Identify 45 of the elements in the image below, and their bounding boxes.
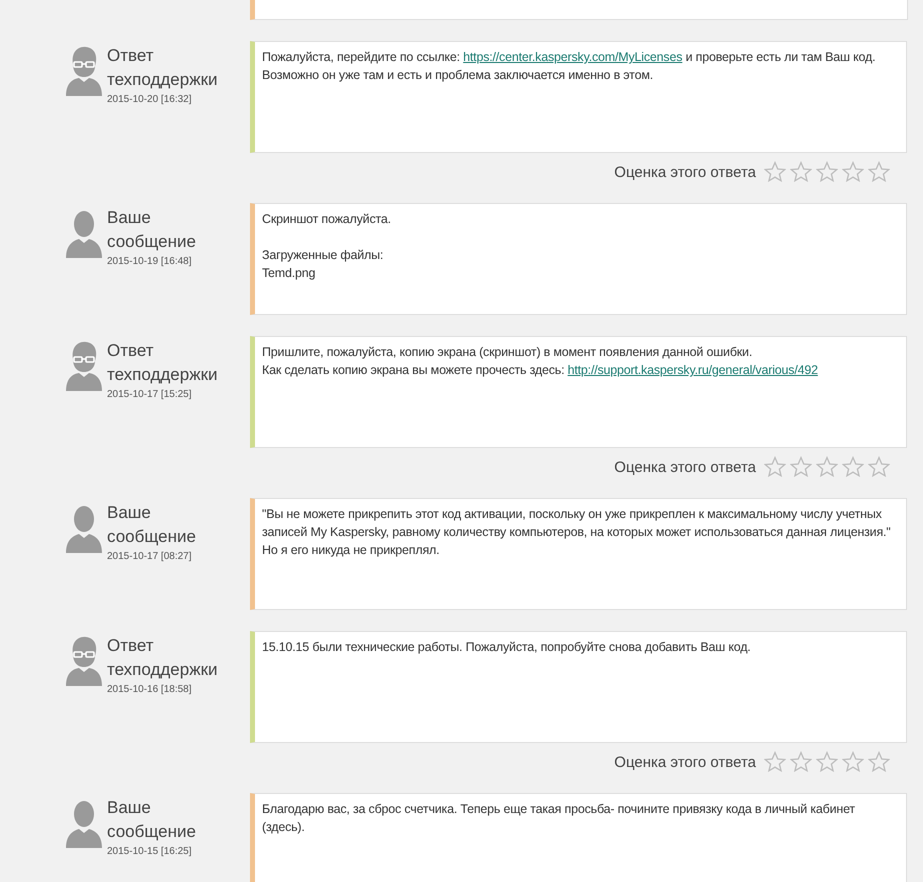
star-icon[interactable] xyxy=(764,751,786,773)
message-text: Как сделать копию экрана вы можете прочесть здесь: http://support.kaspersky.ru/general/various/492 xyxy=(262,362,819,379)
star-icon[interactable] xyxy=(790,751,812,773)
message-date: 2015-10-17 [15:25] xyxy=(107,389,193,400)
message-date: 2015-10-15 [16:25] xyxy=(107,846,193,857)
rating-label: Оценка этого ответа xyxy=(614,164,756,180)
message-date: 2015-10-17 [08:27] xyxy=(107,551,193,562)
message-text: 15.10.15 были технические работы. Пожалуйста, попробуйте снова добавить Ваш код. xyxy=(262,639,752,656)
message-date: 2015-10-20 [16:32] xyxy=(107,94,193,105)
star-icon[interactable] xyxy=(868,161,890,183)
message-text: Благодарю вас, за сброс счетчика. Теперь еще такая просьба- почините привязку кода в личный кабинет (здесь). xyxy=(262,801,856,836)
message-text: Скриншот пожалуйста. xyxy=(262,211,392,228)
message-date: 2015-10-19 [16:48] xyxy=(107,256,193,267)
star-icon[interactable] xyxy=(816,751,838,773)
link[interactable]: http://support.kaspersky.ru/general/various/492 xyxy=(568,363,818,377)
star-icon[interactable] xyxy=(842,161,864,183)
rating-label: Оценка этого ответа xyxy=(614,458,756,476)
support-avatar-icon xyxy=(66,44,102,96)
message-text: Temd.png xyxy=(262,265,316,282)
author-name: Ваше сообщение xyxy=(107,797,197,843)
message-text: "Вы не можете прикрепить этот код активации, поскольку он уже прикреплен к максимальному числу учетных записей My Kaspersky, равному количеству компьютеров, на которых может использоваться данная лицензия." xyxy=(262,506,892,541)
author-name: Ответ техподдержки xyxy=(107,340,219,386)
star-icon[interactable] xyxy=(816,456,838,478)
rating-label: Оценка этого ответа xyxy=(614,754,756,770)
link[interactable]: https://center.kaspersky.com/MyLicenses xyxy=(463,50,682,64)
star-icon[interactable] xyxy=(764,456,786,478)
star-icon[interactable] xyxy=(842,751,864,773)
support-avatar-icon xyxy=(66,339,102,391)
author-name: Ответ техподдержки xyxy=(107,45,219,91)
message-text: Загруженные файлы: xyxy=(262,247,384,264)
star-icon[interactable] xyxy=(816,161,838,183)
star-icon[interactable] xyxy=(764,161,786,183)
star-icon[interactable] xyxy=(842,456,864,478)
star-icon[interactable] xyxy=(790,161,812,183)
message-text: Пришлите, пожалуйста, копию экрана (скриншот) в момент появления данной ошибки. xyxy=(262,344,754,361)
star-icon[interactable] xyxy=(868,456,890,478)
support-avatar-icon xyxy=(66,634,102,686)
message-date: 2015-10-16 [18:58] xyxy=(107,684,193,695)
message-text: Но я его никуда не прикреплял. xyxy=(262,542,440,559)
message-text: Пожалуйста, перейдите по ссылке: https://center.kaspersky.com/MyLicenses и проверьте есть ли там Ваш код. Возможно он уже там и есть и проблема заключается именно в этом. xyxy=(262,49,876,84)
star-icon[interactable] xyxy=(868,751,890,773)
star-icon[interactable] xyxy=(790,456,812,478)
author-name: Ответ техподдержки xyxy=(107,635,219,681)
author-name: Ваше сообщение xyxy=(107,502,197,548)
author-name: Ваше сообщение xyxy=(107,207,197,253)
